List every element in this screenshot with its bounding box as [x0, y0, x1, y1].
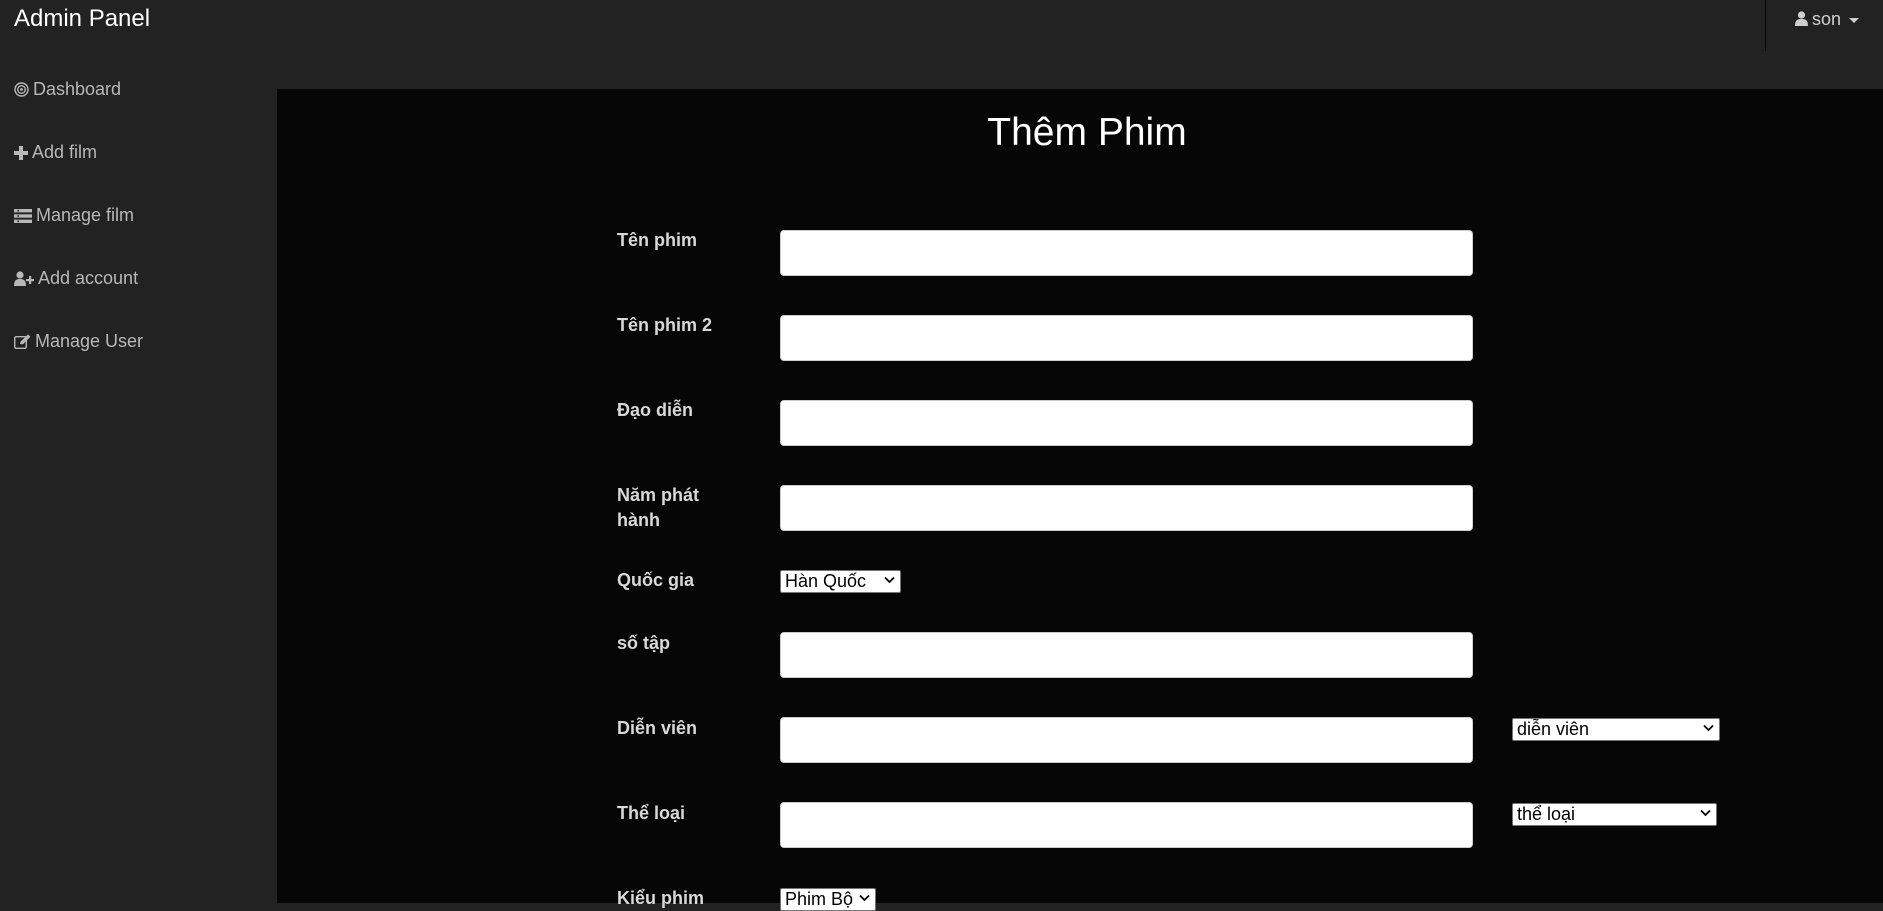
top-navbar: Admin Panel son [0, 0, 1883, 89]
chevron-down-icon [1703, 724, 1714, 732]
so-tap-input[interactable] [780, 632, 1473, 678]
nam-phat-hanh-input[interactable] [780, 485, 1473, 531]
dien-vien-select[interactable]: diễn viên [1512, 718, 1720, 741]
dien-vien-input[interactable] [780, 717, 1473, 763]
chevron-down-icon [884, 576, 895, 584]
user-menu[interactable]: son [1765, 0, 1883, 51]
sidebar-item-dashboard[interactable]: Dashboard [0, 58, 277, 121]
label-ten-phim-2: Tên phim 2 [617, 315, 713, 335]
user-name: son [1812, 9, 1842, 29]
user-plus-icon [14, 271, 34, 286]
label-kieu-phim: Kiểu phim [617, 888, 705, 908]
sidebar-item-add-account[interactable]: Add account [0, 247, 277, 310]
dien-vien-select-value: diễn viên [1517, 719, 1590, 739]
label-quoc-gia: Quốc gia [617, 570, 695, 590]
label-the-loai: Thể loại [617, 803, 686, 823]
the-loai-select-value: thể loại [1517, 804, 1576, 824]
sidebar-item-label: Manage User [35, 331, 144, 351]
chevron-down-icon [1700, 809, 1711, 817]
dashboard-icon [14, 82, 29, 97]
main-content: Thêm Phim Tên phim Tên phim 2 Đạo diễn N… [277, 89, 1883, 911]
sidebar-item-manage-user[interactable]: Manage User [0, 310, 277, 373]
sidebar-item-manage-film[interactable]: Manage film [0, 184, 277, 247]
quoc-gia-select-value: Hàn Quốc [785, 571, 867, 591]
user-icon [1795, 11, 1808, 26]
caret-down-icon [1849, 18, 1860, 23]
chevron-down-icon [859, 894, 870, 902]
the-loai-select[interactable]: thể loại [1512, 803, 1717, 826]
label-dien-vien: Diễn viên [617, 718, 698, 738]
ten-phim-2-input[interactable] [780, 315, 1473, 361]
list-icon [14, 208, 32, 223]
sidebar-item-label: Add film [32, 142, 98, 162]
sidebar-item-label: Manage film [36, 205, 135, 225]
label-dao-dien: Đạo diễn [617, 400, 694, 420]
label-nam-phat-hanh: Năm phát hành [617, 485, 700, 530]
dao-dien-input[interactable] [780, 400, 1473, 446]
label-so-tap: số tập [617, 633, 671, 653]
sidebar-item-label: Add account [38, 268, 139, 288]
kieu-phim-select[interactable]: Phim Bộ [780, 888, 876, 911]
kieu-phim-select-value: Phim Bộ [785, 889, 854, 909]
label-ten-phim: Tên phim [617, 230, 697, 250]
sidebar-item-label: Dashboard [33, 79, 122, 99]
ten-phim-input[interactable] [780, 230, 1473, 276]
sidebar-item-add-film[interactable]: Add film [0, 121, 277, 184]
sidebar: Dashboard Add film Manage film Add accou… [0, 58, 277, 373]
plus-icon [14, 145, 28, 160]
quoc-gia-select[interactable]: Hàn Quốc [780, 570, 901, 593]
brand-title[interactable]: Admin Panel [14, 5, 150, 33]
edit-icon [14, 334, 31, 349]
the-loai-input[interactable] [780, 802, 1473, 848]
page-title: Thêm Phim [987, 111, 1187, 154]
